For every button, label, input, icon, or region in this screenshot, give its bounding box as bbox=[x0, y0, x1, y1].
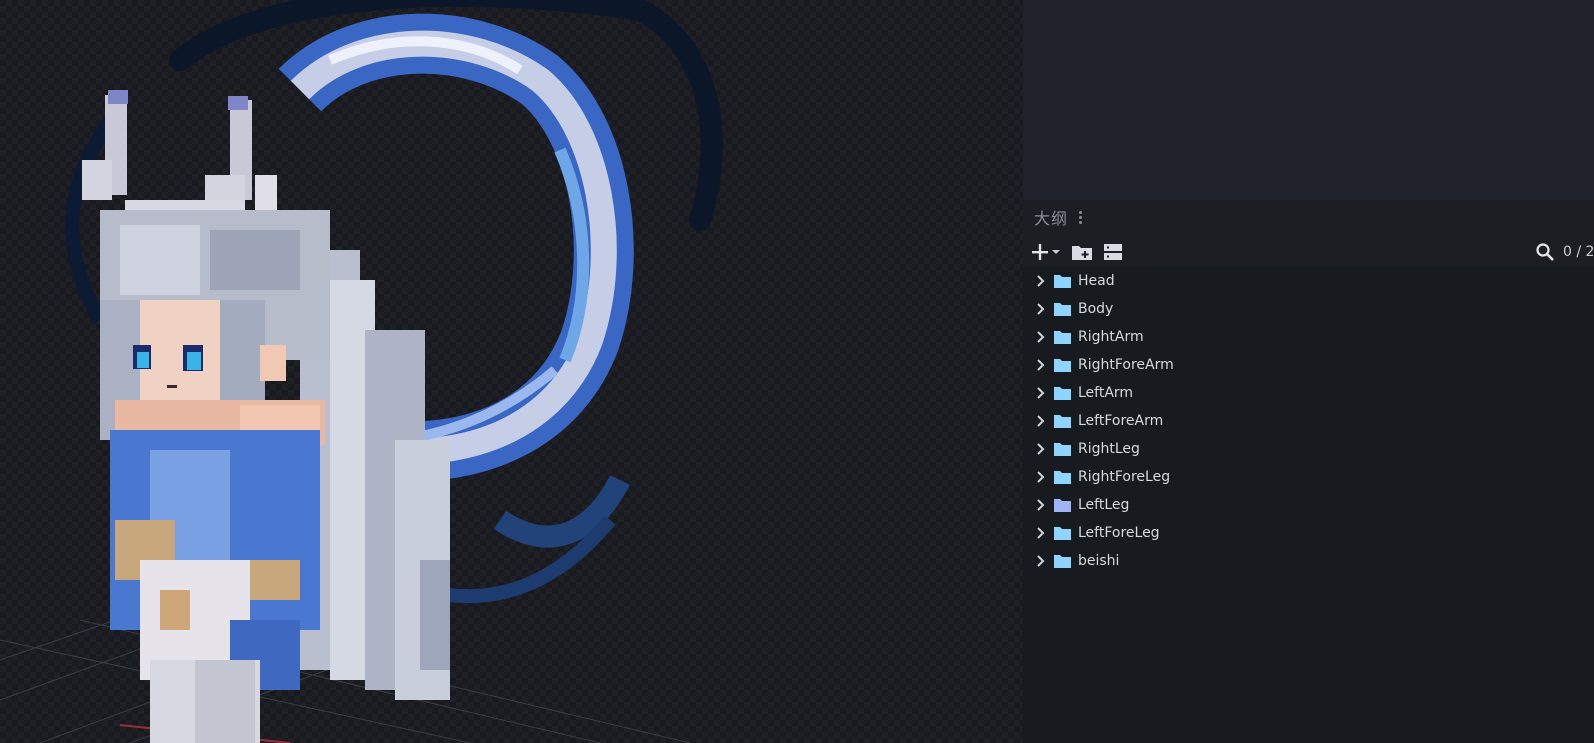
chevron-right-icon[interactable] bbox=[1033, 469, 1049, 485]
panel-empty-area bbox=[1023, 0, 1594, 200]
caret-down-icon bbox=[1052, 250, 1060, 254]
outliner-item[interactable]: LeftForeLeg bbox=[1023, 519, 1594, 547]
folder-icon bbox=[1054, 275, 1071, 288]
folder-icon bbox=[1054, 415, 1071, 428]
chevron-right-icon[interactable] bbox=[1033, 273, 1049, 289]
chevron-right-icon[interactable] bbox=[1033, 301, 1049, 317]
plus-icon bbox=[1032, 244, 1060, 260]
outliner-item-label: Body bbox=[1078, 301, 1114, 317]
folder-icon bbox=[1054, 527, 1071, 540]
outliner-item-label: beishi bbox=[1078, 553, 1120, 569]
outliner-item[interactable]: RightLeg bbox=[1023, 435, 1594, 463]
outliner-item-label: Head bbox=[1078, 273, 1115, 289]
outliner-header: 大纲 bbox=[1023, 203, 1594, 231]
chevron-right-icon[interactable] bbox=[1033, 357, 1049, 373]
side-panel: 大纲 0 / 2 Head Body RightArm RightForeArm… bbox=[1023, 0, 1594, 743]
folder-icon bbox=[1054, 359, 1071, 372]
chevron-right-icon[interactable] bbox=[1033, 497, 1049, 513]
outliner-item-label: LeftForeLeg bbox=[1078, 525, 1160, 541]
folder-icon bbox=[1054, 499, 1071, 512]
outliner-item[interactable]: RightArm bbox=[1023, 323, 1594, 351]
chevron-right-icon[interactable] bbox=[1033, 413, 1049, 429]
outliner-item[interactable]: RightForeArm bbox=[1023, 351, 1594, 379]
outliner-item-label: RightForeLeg bbox=[1078, 469, 1171, 485]
add-element-button[interactable] bbox=[1031, 239, 1061, 265]
selection-counter: 0 / 2 bbox=[1563, 244, 1594, 260]
model-viewport[interactable] bbox=[0, 0, 1023, 743]
folder-plus-icon bbox=[1072, 246, 1092, 260]
outliner-title: 大纲 bbox=[1034, 209, 1069, 228]
search-icon bbox=[1536, 243, 1554, 261]
folder-icon bbox=[1054, 387, 1071, 400]
outliner-item-label: RightArm bbox=[1078, 329, 1144, 345]
outliner-item[interactable]: Head bbox=[1023, 267, 1594, 295]
outliner-item[interactable]: LeftArm bbox=[1023, 379, 1594, 407]
chevron-right-icon[interactable] bbox=[1033, 385, 1049, 401]
outliner-item-label: RightForeArm bbox=[1078, 357, 1174, 373]
collapse-all-button[interactable] bbox=[1103, 239, 1123, 265]
outliner-search[interactable]: 0 / 2 bbox=[1535, 240, 1594, 264]
folder-icon bbox=[1054, 303, 1071, 316]
chevron-right-icon[interactable] bbox=[1033, 329, 1049, 345]
outliner-item-label: LeftLeg bbox=[1078, 497, 1130, 513]
dots-vertical-icon[interactable] bbox=[1074, 207, 1088, 227]
outliner-item-label: LeftForeArm bbox=[1078, 413, 1164, 429]
add-group-button[interactable] bbox=[1071, 239, 1093, 265]
collapse-all-icon bbox=[1104, 244, 1122, 260]
outliner-item[interactable]: beishi bbox=[1023, 547, 1594, 575]
outliner-item[interactable]: RightForeLeg bbox=[1023, 463, 1594, 491]
folder-icon bbox=[1054, 555, 1071, 568]
chevron-right-icon[interactable] bbox=[1033, 441, 1049, 457]
outliner-tree: Head Body RightArm RightForeArm LeftArm … bbox=[1023, 267, 1594, 743]
folder-icon bbox=[1054, 331, 1071, 344]
chevron-right-icon[interactable] bbox=[1033, 553, 1049, 569]
outliner-item-label: LeftArm bbox=[1078, 385, 1134, 401]
folder-icon bbox=[1054, 443, 1071, 456]
chevron-right-icon[interactable] bbox=[1033, 525, 1049, 541]
outliner-toolbar: 0 / 2 bbox=[1023, 237, 1594, 267]
model-render bbox=[0, 0, 723, 743]
outliner-item[interactable]: Body bbox=[1023, 295, 1594, 323]
folder-icon bbox=[1054, 471, 1071, 484]
outliner-item-label: RightLeg bbox=[1078, 441, 1140, 457]
outliner-item[interactable]: LeftForeArm bbox=[1023, 407, 1594, 435]
outliner-item[interactable]: LeftLeg bbox=[1023, 491, 1594, 519]
